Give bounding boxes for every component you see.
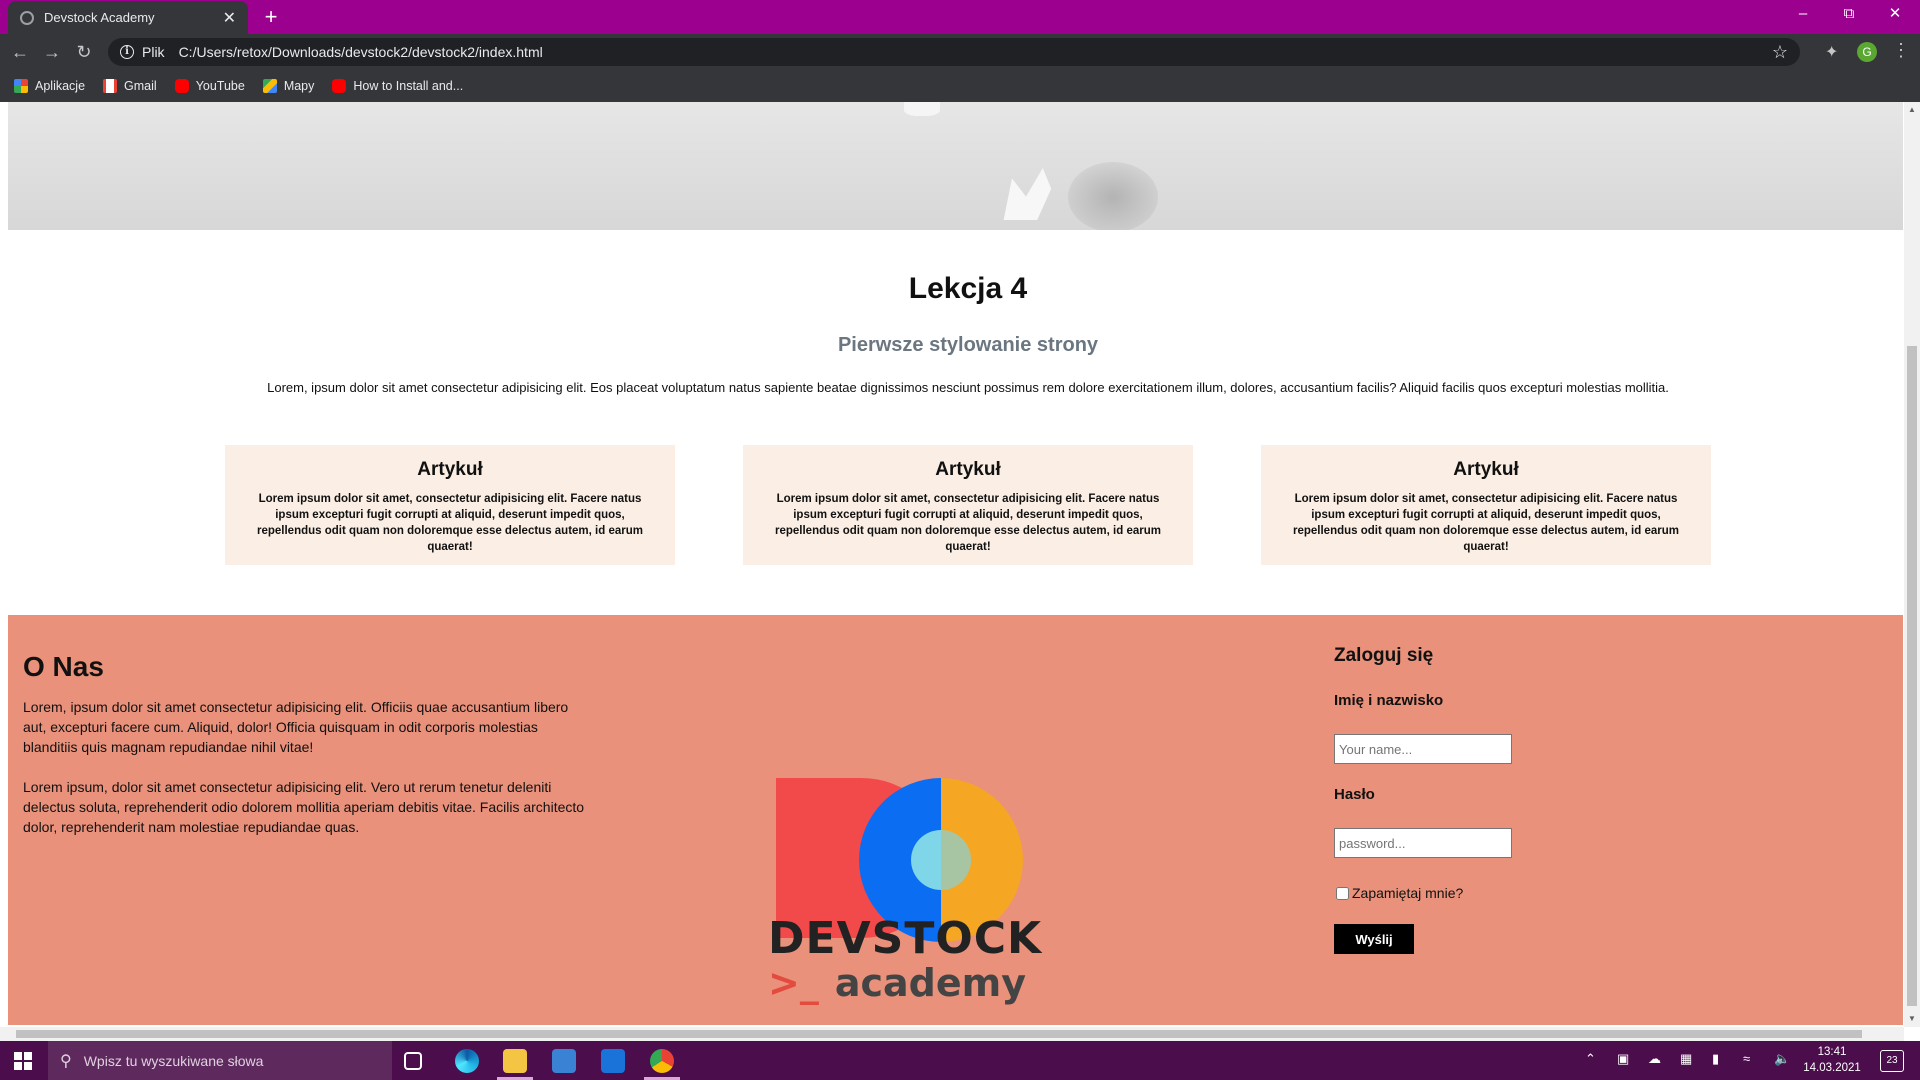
youtube-icon bbox=[332, 79, 347, 93]
tab-close-icon[interactable]: ✕ bbox=[223, 8, 236, 28]
taskbar-clock[interactable]: 13:41 14.03.2021 bbox=[1790, 1044, 1874, 1076]
logo-subtitle: >_ academy bbox=[768, 961, 1026, 1005]
article-card: Artykuł Lorem ipsum dolor sit amet, cons… bbox=[1261, 445, 1711, 565]
reload-icon[interactable]: ↻ bbox=[72, 40, 96, 64]
logo-academy: academy bbox=[834, 961, 1026, 1005]
bookmark-label: Gmail bbox=[124, 79, 157, 93]
vertical-scrollbar[interactable]: ▲ ▼ bbox=[1904, 102, 1920, 1027]
volume-icon[interactable]: 🔈 bbox=[1774, 1051, 1790, 1067]
article-card: Artykuł Lorem ipsum dolor sit amet, cons… bbox=[225, 445, 675, 565]
bookmarks-bar: Aplikacje Gmail YouTube Mapy How to Inst… bbox=[0, 70, 1920, 102]
maps-icon bbox=[262, 79, 277, 93]
window-close-icon[interactable]: ✕ bbox=[1872, 0, 1918, 30]
submit-button[interactable]: Wyślij bbox=[1334, 924, 1414, 954]
taskbar-search-placeholder: Wpisz tu wyszukiwane słowa bbox=[83, 1052, 264, 1069]
task-view-icon[interactable] bbox=[404, 1052, 422, 1070]
address-scheme: Plik bbox=[142, 44, 165, 60]
about-paragraph: Lorem, ipsum dolor sit amet consectetur … bbox=[23, 699, 569, 755]
edge-icon[interactable] bbox=[455, 1049, 479, 1073]
globe-icon bbox=[20, 10, 34, 25]
page-viewport: Lekcja 4 Pierwsze stylowanie strony Lore… bbox=[0, 102, 1920, 1027]
about-paragraph: Lorem ipsum, dolor sit amet consectetur … bbox=[23, 779, 585, 835]
lesson-text: Lorem, ipsum dolor sit amet consectetur … bbox=[267, 380, 1669, 395]
scrollbar-thumb[interactable] bbox=[16, 1030, 1862, 1038]
chrome-icon[interactable] bbox=[650, 1049, 674, 1073]
article-title: Artykuł bbox=[1453, 459, 1519, 480]
microsoft-store-icon[interactable] bbox=[552, 1049, 576, 1073]
lesson-subtitle: Pierwsze stylowanie strony bbox=[837, 334, 1099, 356]
bookmark-star-icon[interactable]: ☆ bbox=[1772, 42, 1788, 63]
bookmark-label: Mapy bbox=[283, 79, 315, 93]
logo-wordmark: DEVSTOCK bbox=[768, 913, 1043, 964]
footer-section: O Nas Lorem, ipsum dolor sit amet consec… bbox=[8, 615, 1903, 1025]
bookmark-label: How to Install and... bbox=[353, 79, 464, 93]
article-card: Artykuł Lorem ipsum dolor sit amet, cons… bbox=[743, 445, 1193, 565]
remember-checkbox[interactable] bbox=[1336, 886, 1349, 900]
taskbar-search[interactable]: ⚲ Wpisz tu wyszukiwane słowa bbox=[48, 1041, 392, 1080]
mail-icon[interactable] bbox=[601, 1049, 625, 1073]
bookmark-aplikacje[interactable]: Aplikacje bbox=[14, 79, 85, 93]
tab-title: Devstock Academy bbox=[44, 10, 155, 25]
youtube-icon bbox=[174, 79, 189, 93]
wifi-icon[interactable]: ≈ bbox=[1743, 1051, 1750, 1066]
logo-prompt: >_ bbox=[768, 961, 819, 1005]
new-tab-button[interactable]: + bbox=[258, 4, 284, 30]
password-input[interactable] bbox=[1334, 828, 1512, 858]
butterfly-decoration bbox=[904, 102, 940, 116]
bookmark-gmail[interactable]: Gmail bbox=[103, 79, 157, 93]
scroll-down-icon[interactable]: ▼ bbox=[1908, 1014, 1916, 1023]
battery-icon[interactable]: ▮ bbox=[1712, 1051, 1719, 1067]
butterfly-decoration bbox=[1003, 168, 1052, 220]
bookmark-label: Aplikacje bbox=[35, 79, 86, 93]
windows-taskbar: ⚲ Wpisz tu wyszukiwane słowa ⌃ ▣ ☁ ▦ ▮ ≈… bbox=[0, 1041, 1920, 1080]
extensions-puzzle-icon[interactable]: ✦ bbox=[1825, 42, 1838, 62]
bookmark-how-to-install[interactable]: How to Install and... bbox=[332, 79, 463, 93]
windows-start-icon[interactable] bbox=[14, 1052, 32, 1070]
tray-device-icon[interactable]: ▣ bbox=[1617, 1051, 1629, 1067]
address-bar[interactable]: i Plik C:/Users/retox/Downloads/devstock… bbox=[108, 38, 1800, 66]
about-title: O Nas bbox=[23, 651, 104, 682]
apps-grid-icon bbox=[14, 79, 28, 93]
profile-avatar[interactable]: G bbox=[1857, 42, 1877, 62]
onedrive-icon[interactable]: ☁ bbox=[1648, 1051, 1661, 1067]
article-text: Lorem ipsum dolor sit amet, consectetur … bbox=[257, 493, 643, 553]
name-input[interactable] bbox=[1334, 734, 1512, 764]
file-explorer-icon[interactable] bbox=[503, 1049, 527, 1073]
article-title: Artykuł bbox=[935, 459, 1001, 480]
more-menu-icon[interactable]: ⋮ bbox=[1892, 40, 1910, 61]
address-url[interactable]: C:/Users/retox/Downloads/devstock2/devst… bbox=[179, 44, 543, 60]
back-icon[interactable]: ← bbox=[8, 40, 32, 64]
notifications-icon[interactable]: 23 bbox=[1880, 1050, 1904, 1072]
bookmark-label: YouTube bbox=[195, 79, 245, 93]
minimize-icon[interactable]: – bbox=[1780, 0, 1826, 30]
article-text: Lorem ipsum dolor sit amet, consectetur … bbox=[775, 493, 1161, 553]
browser-titlebar: Devstock Academy ✕ + – ⧉ ✕ bbox=[0, 0, 1920, 34]
restore-icon[interactable]: ⧉ bbox=[1826, 0, 1872, 30]
bookmark-youtube[interactable]: YouTube bbox=[174, 79, 245, 93]
bookmark-mapy[interactable]: Mapy bbox=[262, 79, 315, 93]
login-title: Zaloguj się bbox=[1334, 645, 1434, 666]
password-label: Hasło bbox=[1334, 786, 1375, 803]
scrollbar-thumb[interactable] bbox=[1907, 346, 1917, 1006]
site-info-icon[interactable]: i bbox=[120, 45, 134, 59]
article-title: Artykuł bbox=[417, 459, 483, 480]
remember-label: Zapamiętaj mnie? bbox=[1352, 885, 1464, 901]
name-label: Imię i nazwisko bbox=[1334, 692, 1444, 709]
scroll-up-icon[interactable]: ▲ bbox=[1908, 105, 1916, 114]
tray-security-icon[interactable]: ▦ bbox=[1680, 1051, 1692, 1067]
search-icon: ⚲ bbox=[60, 1052, 72, 1070]
gmail-icon bbox=[103, 79, 118, 93]
remember-me: Zapamiętaj mnie? bbox=[1336, 885, 1463, 901]
article-text: Lorem ipsum dolor sit amet, consectetur … bbox=[1293, 493, 1679, 553]
butterfly-shadow bbox=[1068, 162, 1158, 230]
clock-date: 14.03.2021 bbox=[1803, 1062, 1861, 1074]
browser-toolbar: ← → ↻ i Plik C:/Users/retox/Downloads/de… bbox=[0, 34, 1920, 70]
tray-chevron-icon[interactable]: ⌃ bbox=[1585, 1051, 1596, 1067]
horizontal-scrollbar[interactable] bbox=[0, 1027, 1904, 1041]
forward-icon[interactable]: → bbox=[40, 40, 64, 64]
lesson-title: Lekcja 4 bbox=[908, 272, 1028, 305]
clock-time: 13:41 bbox=[1817, 1046, 1847, 1058]
hero-image bbox=[8, 102, 1903, 230]
tab-devstock-academy[interactable]: Devstock Academy ✕ bbox=[8, 1, 248, 34]
